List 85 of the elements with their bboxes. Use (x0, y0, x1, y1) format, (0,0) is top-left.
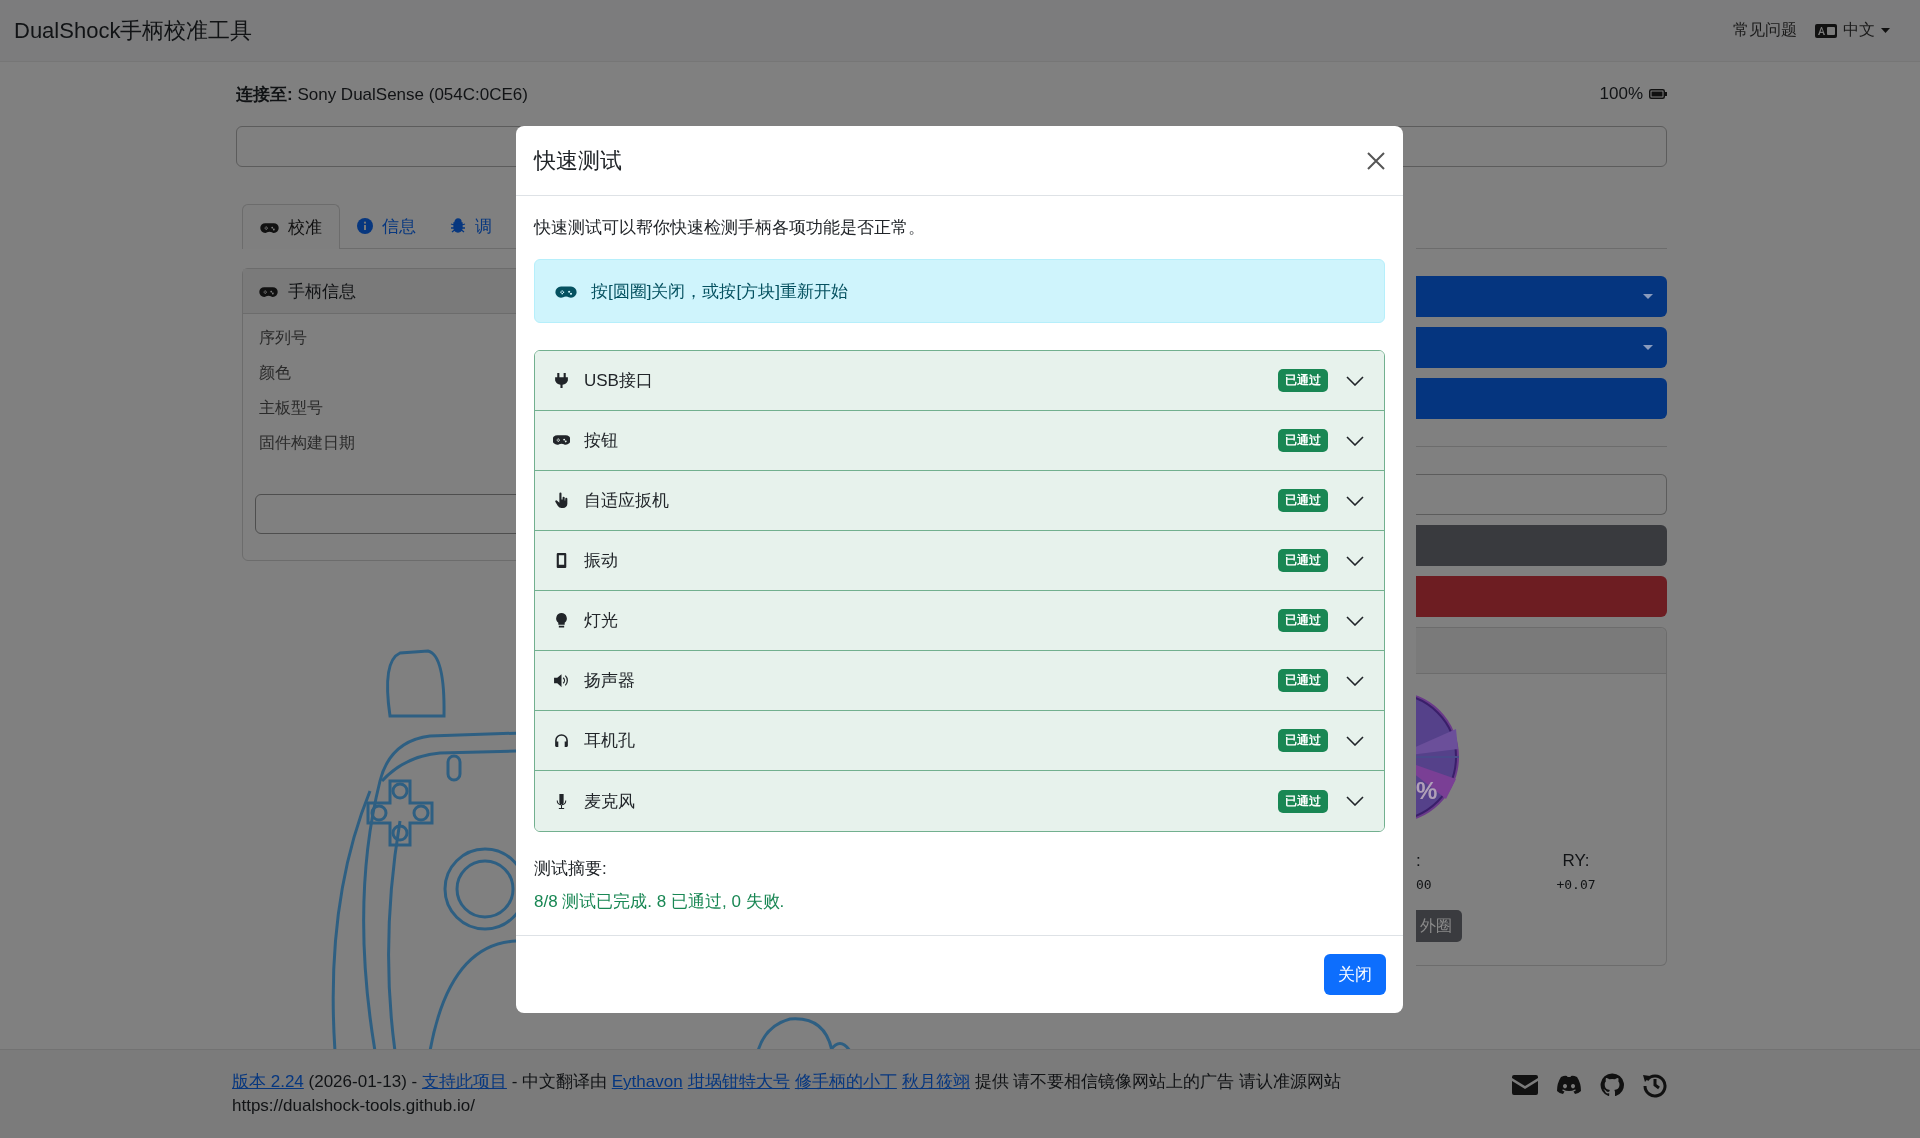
lightbulb-icon (553, 612, 570, 629)
test-name: 扬声器 (584, 670, 636, 692)
test-row[interactable]: 耳机孔 已通过 (535, 711, 1384, 771)
test-row[interactable]: 按钮 已通过 (535, 411, 1384, 471)
chevron-icon (1346, 435, 1364, 446)
footer-text: 版本 2.24 (2026-01-13) - 支持此项目 - 中文翻译由 Eythavon 坩埚钳特大号 修手柄的小丁 秋月筱翊 提供 请不要相信镜像网站上的广告 请认准源网站 (232, 1071, 1342, 1093)
summary-title: 测试摘要: (534, 858, 608, 880)
chevron-icon (1346, 375, 1364, 386)
footer-link[interactable]: Eythavon (611, 1072, 683, 1091)
outer-ring-button[interactable]: 外圈 (1416, 910, 1462, 942)
translate-icon (1815, 22, 1837, 39)
axis-value: 00 (1416, 877, 1432, 892)
battery-level: 100% (1599, 84, 1643, 104)
close-button[interactable]: 关闭 (1324, 954, 1386, 995)
status-badge: 已通过 (1278, 729, 1328, 752)
status-badge: 已通过 (1278, 669, 1328, 692)
footer-link[interactable]: 修手柄的小丁 (794, 1072, 897, 1091)
chevron-icon (1346, 796, 1364, 806)
status-badge: 已通过 (1278, 489, 1328, 512)
language-dropdown[interactable]: 中文 (1815, 20, 1890, 41)
connection-status: 连接至: Sony DualSense (054C:0CE6) (236, 83, 528, 106)
speaker-icon (553, 672, 570, 689)
status-badge: 已通过 (1278, 429, 1328, 452)
axis-value: +0.07 (1556, 877, 1596, 892)
info-label: 固件构建日期 (259, 433, 356, 453)
chevron-icon (1346, 555, 1364, 566)
input-field[interactable] (1416, 474, 1667, 515)
test-row[interactable]: 扬声器 已通过 (535, 651, 1384, 711)
close-icon[interactable] (1367, 151, 1385, 170)
info-label: 序列号 (259, 328, 308, 348)
test-name: 灯光 (584, 610, 619, 632)
chevron-icon (1346, 615, 1364, 626)
chevron-icon (1346, 675, 1364, 686)
footer-link[interactable]: 版本 2.24 (232, 1072, 304, 1091)
axis-label: : (1416, 851, 1421, 871)
test-row[interactable]: 灯光 已通过 (535, 591, 1384, 651)
tab[interactable]: 调 (433, 204, 509, 248)
test-row[interactable]: USB接口 已通过 (535, 351, 1384, 411)
summary-text: 8/8 测试已完成. 8 已通过, 0 失败. (534, 891, 786, 913)
test-name: 振动 (584, 550, 619, 572)
alert-text: 按[圆圈]关闭，或按[方块]重新开始 (591, 280, 848, 303)
history-icon[interactable] (1642, 1072, 1668, 1098)
dialog-title: 快速测试 (534, 146, 622, 175)
status-badge: 已通过 (1278, 789, 1328, 813)
test-name: 自适应扳机 (584, 490, 670, 512)
chevron-icon (1346, 495, 1364, 506)
tab[interactable]: 校准 (242, 204, 340, 249)
tab[interactable]: 信息 (340, 204, 433, 248)
chevron-icon (1346, 735, 1364, 746)
envelope-icon[interactable] (1512, 1075, 1538, 1095)
info-icon (357, 218, 373, 234)
site-url: https://dualshock-tools.github.io/ (232, 1095, 475, 1117)
bug-icon (450, 218, 466, 234)
gamepad-icon (260, 220, 279, 234)
headphones-icon (553, 732, 570, 749)
status-badge: 已通过 (1278, 549, 1328, 572)
test-name: USB接口 (584, 370, 654, 392)
github-icon[interactable] (1600, 1073, 1624, 1097)
info-label: 颜色 (259, 363, 292, 383)
caret-icon (1881, 27, 1890, 34)
test-name: 按钮 (584, 430, 619, 452)
axis-label: RY: (1562, 851, 1590, 871)
status-badge: 已通过 (1278, 369, 1328, 392)
discord-icon[interactable] (1556, 1075, 1582, 1095)
test-name: 麦克风 (584, 790, 636, 813)
app-title[interactable]: DualShock手柄校准工具 (14, 15, 253, 46)
footer-link[interactable]: 支持此项目 (421, 1072, 507, 1091)
faq-link[interactable]: 常见问题 (1733, 20, 1797, 41)
intro-text: 快速测试可以帮你快速检测手柄各项功能是否正常。 (534, 217, 926, 239)
test-row[interactable]: 自适应扳机 已通过 (535, 471, 1384, 531)
caret-icon (1643, 293, 1653, 300)
caret-icon (1643, 344, 1653, 351)
status-badge: 已通过 (1278, 609, 1328, 632)
footer-link[interactable]: 坩埚钳特大号 (687, 1072, 790, 1091)
test-name: 耳机孔 (584, 730, 636, 752)
footer-link[interactable]: 秋月筱翊 (901, 1072, 970, 1091)
info-label: 主板型号 (259, 398, 324, 418)
test-row[interactable]: 麦克风 已通过 (535, 771, 1384, 831)
battery-icon (1649, 89, 1667, 99)
percent-label: % (1416, 777, 1438, 805)
test-row[interactable]: 振动 已通过 (535, 531, 1384, 591)
card-title: 手柄信息 (288, 280, 356, 303)
plug-icon (553, 372, 570, 389)
hand-pointer-icon (553, 492, 570, 509)
gamepad-icon (259, 284, 278, 298)
